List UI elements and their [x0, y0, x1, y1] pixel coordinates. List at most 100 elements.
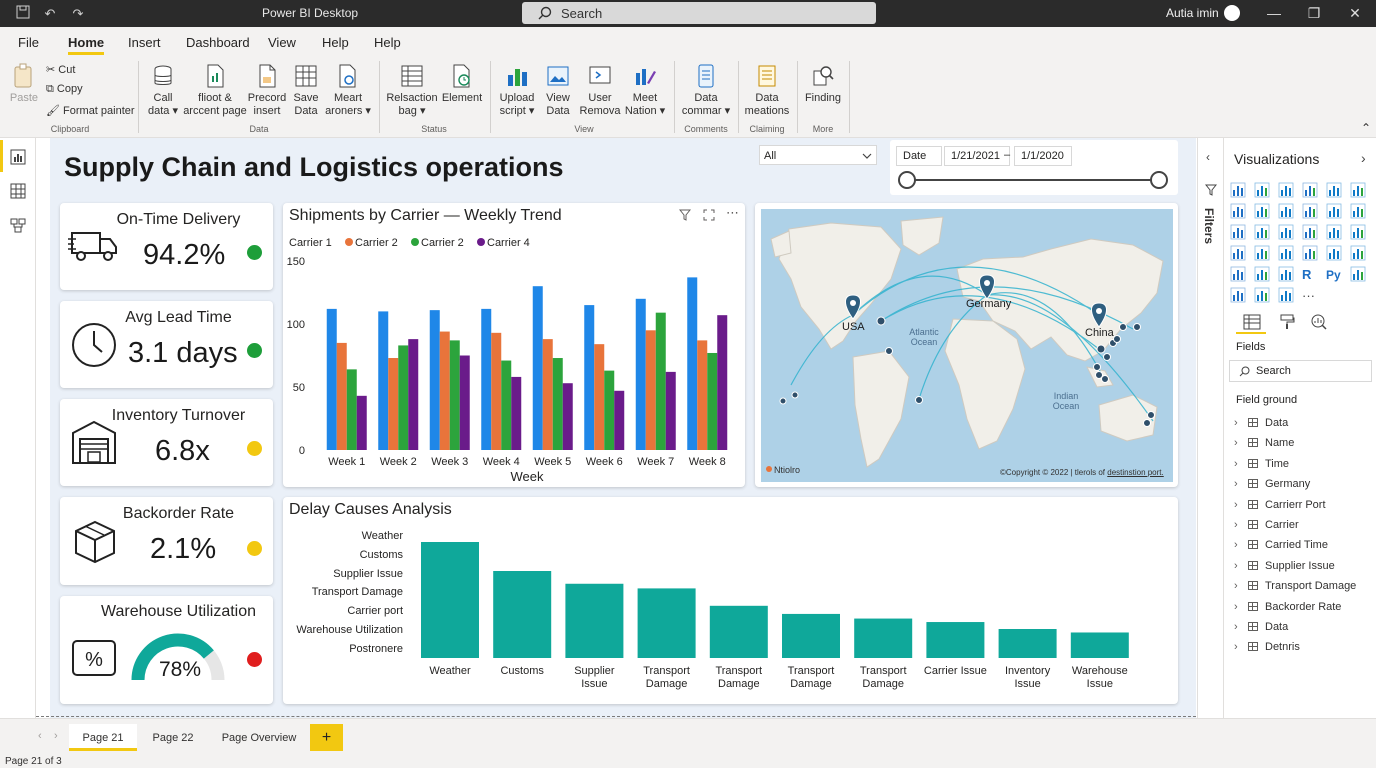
field-item[interactable]: › Data: [1234, 417, 1288, 429]
report-view-icon[interactable]: [9, 148, 27, 166]
relsaction-bag-button[interactable]: Relsaction bag ▾: [384, 63, 440, 118]
tab-page-overview[interactable]: Page Overview: [210, 724, 308, 751]
field-item[interactable]: › Carried Time: [1234, 539, 1328, 551]
cut-button[interactable]: ✂ Cut: [46, 63, 75, 76]
line-area-icon[interactable]: [1278, 203, 1294, 219]
menu-home[interactable]: Home: [68, 35, 105, 55]
shape-map-icon[interactable]: [1278, 245, 1294, 261]
table-view-icon[interactable]: [9, 182, 27, 200]
chevron-right-icon[interactable]: ›: [1234, 601, 1246, 613]
more-visuals-icon[interactable]: ···: [1302, 287, 1318, 303]
chevron-right-icon[interactable]: ›: [1361, 150, 1366, 166]
save-data-button[interactable]: Save Data: [288, 63, 324, 118]
field-item[interactable]: › Supplier Issue: [1234, 560, 1335, 572]
ribbon-column-icon[interactable]: [1350, 182, 1366, 198]
close-icon[interactable]: ✕: [1345, 4, 1365, 22]
restore-icon[interactable]: ❐: [1304, 4, 1324, 22]
menu-dashboard[interactable]: Dashboard: [186, 35, 250, 50]
next-page-icon[interactable]: ›: [54, 730, 58, 742]
chevron-right-icon[interactable]: ›: [1234, 478, 1246, 490]
fields-search-input[interactable]: Search: [1229, 360, 1372, 382]
menu-view[interactable]: View: [268, 35, 296, 50]
shipping-routes-map[interactable]: [761, 209, 1173, 482]
menu-help[interactable]: Help: [322, 35, 349, 50]
global-search[interactable]: Search: [522, 2, 876, 24]
kpi-card-backorder-rate[interactable]: Backorder Rate 2.1%: [60, 497, 273, 585]
tab-page-22[interactable]: Page 22: [141, 724, 205, 751]
copy-button[interactable]: ⧉ Copy: [46, 83, 83, 96]
chevron-right-icon[interactable]: ›: [1234, 417, 1246, 429]
element-button[interactable]: Element: [440, 63, 484, 105]
field-item[interactable]: › Time: [1234, 458, 1289, 470]
view-data-button[interactable]: View Data: [540, 63, 576, 118]
chevron-right-icon[interactable]: ›: [1234, 641, 1246, 653]
gauge-icon[interactable]: [1350, 224, 1366, 240]
kpi-card-avg-lead-time[interactable]: Avg Lead Time 3.1 days: [60, 301, 273, 388]
pie-chart-icon[interactable]: [1302, 224, 1318, 240]
field-item[interactable]: › Carrier: [1234, 519, 1299, 531]
user-remova-button[interactable]: User Remova: [578, 63, 622, 118]
data-meations-button[interactable]: Data meations: [742, 63, 792, 118]
fields-tab-icon[interactable]: [1243, 314, 1261, 330]
collapse-ribbon-icon[interactable]: ⌃: [1361, 121, 1371, 135]
key-influencers-icon[interactable]: [1350, 266, 1366, 282]
field-item[interactable]: › Data: [1234, 621, 1288, 633]
undo-icon[interactable]: ↶: [41, 5, 59, 23]
save-icon[interactable]: [14, 5, 32, 23]
minimize-icon[interactable]: —: [1264, 4, 1284, 22]
area-chart-icon[interactable]: [1254, 203, 1270, 219]
clustered-column-icon[interactable]: [1254, 182, 1270, 198]
add-page-button[interactable]: +: [310, 724, 343, 751]
filters-pane-collapsed[interactable]: ‹ Filters: [1198, 138, 1224, 718]
field-item[interactable]: › Germany: [1234, 478, 1310, 490]
treemap-icon[interactable]: [1230, 224, 1246, 240]
chevron-right-icon[interactable]: ›: [1234, 539, 1246, 551]
kpi-card-on-time-delivery[interactable]: On-Time Delivery 94.2%: [60, 203, 273, 290]
column-100-icon[interactable]: [1326, 182, 1342, 198]
ribbon-chart-icon[interactable]: [1326, 203, 1342, 219]
filled-map-icon[interactable]: [1254, 245, 1270, 261]
waterfall-icon[interactable]: [1350, 203, 1366, 219]
format-paint-icon[interactable]: [1279, 314, 1295, 330]
scatter-icon[interactable]: [1278, 224, 1294, 240]
table-icon[interactable]: [1254, 266, 1270, 282]
avatar[interactable]: [1224, 5, 1240, 21]
date-to-input[interactable]: 1/1/2020: [1014, 146, 1072, 166]
format-painter-button[interactable]: 🖌 Format painter: [46, 104, 135, 117]
menu-insert[interactable]: Insert: [128, 35, 161, 50]
tab-page-21[interactable]: Page 21: [69, 724, 137, 751]
chevron-right-icon[interactable]: ›: [1234, 519, 1246, 531]
kpi-card-inventory-turnover[interactable]: Inventory Turnover 6.8x: [60, 399, 273, 486]
field-item[interactable]: › Carrierr Port: [1234, 499, 1326, 511]
map-icon[interactable]: [1230, 245, 1246, 261]
field-item[interactable]: › Detnris: [1234, 641, 1300, 653]
finding-button[interactable]: Finding: [802, 63, 844, 105]
chevron-right-icon[interactable]: ›: [1234, 458, 1246, 470]
upload-script-button[interactable]: Upload script ▾: [496, 63, 538, 118]
user-name[interactable]: Autia imin: [1166, 6, 1219, 20]
chevron-right-icon[interactable]: ›: [1234, 437, 1246, 449]
redo-icon[interactable]: ↷: [69, 5, 87, 23]
donut-icon[interactable]: [1326, 224, 1342, 240]
clustered-bar-icon[interactable]: [1302, 182, 1318, 198]
kpi-icon[interactable]: [1230, 266, 1246, 282]
data-commar-button[interactable]: Data commar ▾: [680, 63, 732, 118]
date-from-input[interactable]: 1/21/2021: [944, 146, 1010, 166]
paste-button[interactable]: Paste: [8, 63, 40, 105]
line-chart-icon[interactable]: [1230, 203, 1246, 219]
r-visual-icon[interactable]: R: [1302, 266, 1318, 282]
date-slider-start-handle[interactable]: [898, 171, 916, 189]
field-item[interactable]: › Name: [1234, 437, 1294, 449]
flioot-button[interactable]: flioot & arccent page: [183, 63, 247, 118]
model-view-icon[interactable]: [9, 216, 27, 234]
stacked-bar-100-icon[interactable]: [1278, 182, 1294, 198]
python-visual-icon[interactable]: Py: [1326, 266, 1342, 282]
field-item[interactable]: › Transport Damage: [1234, 580, 1356, 592]
date-slider-end-handle[interactable]: [1150, 171, 1168, 189]
field-item[interactable]: › Backorder Rate: [1234, 601, 1341, 613]
kpi-card-warehouse-utilization[interactable]: Warehouse Utilization % 78%: [60, 596, 273, 704]
map-footer-link[interactable]: destinstion port.: [1107, 468, 1163, 477]
chevron-right-icon[interactable]: ›: [1234, 560, 1246, 572]
chevron-right-icon[interactable]: ›: [1234, 499, 1246, 511]
stacked-bar-icon[interactable]: [1230, 182, 1246, 198]
